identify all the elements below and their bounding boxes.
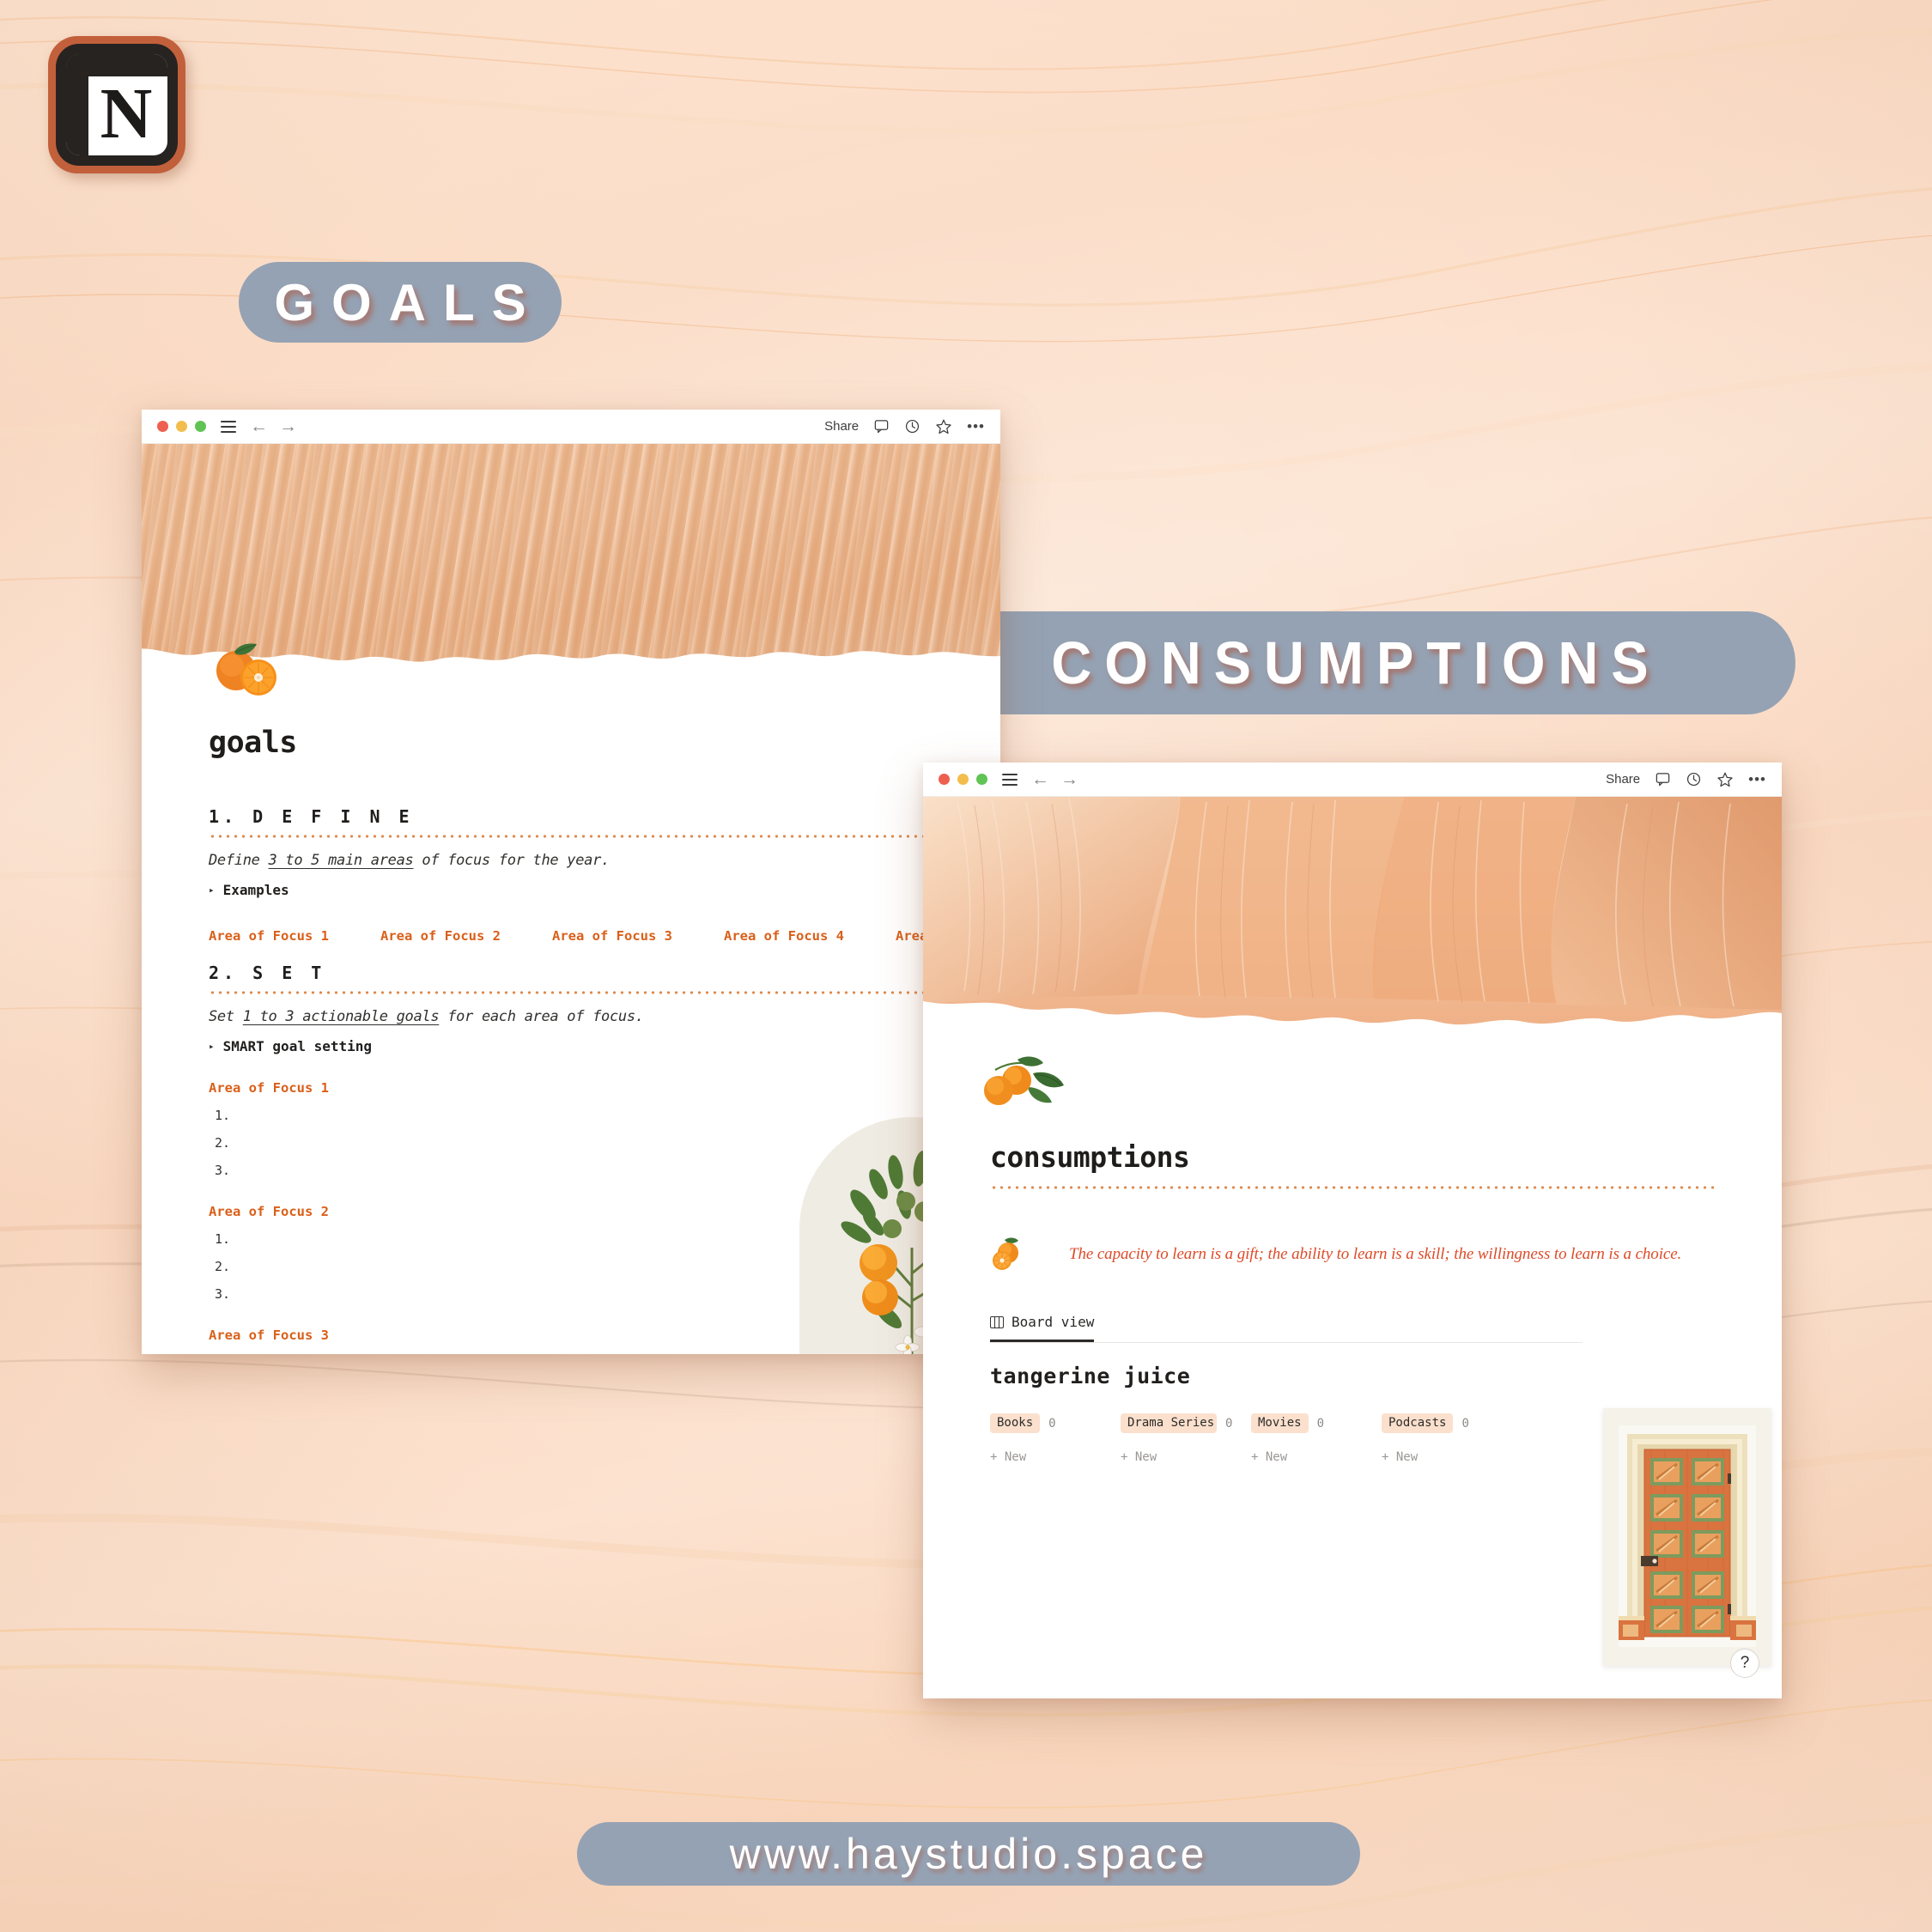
section-description: Set 1 to 3 actionable goals for each are… [209, 1008, 644, 1025]
add-new-card-button[interactable]: + New [990, 1450, 1121, 1464]
window-titlebar: ← → Share ••• [923, 762, 1782, 797]
forward-arrow-icon[interactable]: → [279, 416, 297, 437]
board-columns: Books 0 + New Drama Series 0 + New Movie… [990, 1413, 1512, 1464]
board-column: Drama Series 0 + New [1121, 1413, 1251, 1464]
dotted-divider [990, 1186, 1715, 1189]
hamburger-icon[interactable] [221, 420, 236, 433]
add-new-card-button[interactable]: + New [1251, 1450, 1382, 1464]
tab-board-view[interactable]: Board view [990, 1314, 1095, 1342]
tab-label: Board view [1012, 1314, 1095, 1330]
column-name-chip[interactable]: Podcasts [1382, 1413, 1454, 1433]
column-name-chip[interactable]: Books [990, 1413, 1041, 1433]
star-icon[interactable] [935, 418, 952, 435]
notion-logo-letter: N [100, 74, 153, 154]
focus-column[interactable]: Area of Focus 3 [552, 928, 724, 944]
section-description: Define 3 to 5 main areas of focus for th… [209, 852, 610, 869]
clock-icon[interactable] [1686, 771, 1702, 787]
tangerine-branch-icon [980, 1048, 1072, 1109]
page-body: consumptions The capacity to learn is a … [923, 797, 1782, 1698]
dotted-divider [209, 835, 933, 838]
toggle-examples[interactable]: ▸ Examples [209, 882, 933, 898]
section-heading: 1. D E F I N E [209, 806, 414, 827]
share-button[interactable]: Share [824, 419, 859, 434]
column-count: 0 [1048, 1416, 1056, 1431]
back-arrow-icon[interactable]: ← [250, 416, 268, 437]
database-title: tangerine juice [990, 1364, 1191, 1388]
column-count: 0 [1316, 1416, 1325, 1431]
page-body: goals 1. D E F I N E Define 3 to 5 main … [142, 444, 1000, 1354]
hamburger-icon[interactable] [1002, 773, 1018, 786]
clock-icon[interactable] [904, 418, 920, 434]
page-title: goals [209, 726, 297, 760]
board-column: Movies 0 + New [1251, 1413, 1382, 1464]
goals-title-badge: GOALS [239, 262, 562, 343]
chevron-right-icon: ▸ [209, 1041, 215, 1052]
focus-block-label[interactable]: Area of Focus 1 [209, 1080, 933, 1096]
window-titlebar: ← → Share ••• [142, 410, 1000, 444]
toggle-smart-goal-setting[interactable]: ▸ SMART goal setting [209, 1038, 933, 1054]
comment-icon[interactable] [1655, 771, 1671, 787]
notion-logo-icon: N [48, 36, 185, 173]
board-column: Books 0 + New [990, 1413, 1121, 1464]
more-icon[interactable]: ••• [1748, 772, 1766, 787]
minimize-icon[interactable] [176, 421, 187, 432]
maximize-icon[interactable] [195, 421, 206, 432]
more-icon[interactable]: ••• [967, 419, 985, 434]
maximize-icon[interactable] [976, 774, 987, 785]
column-count: 0 [1225, 1416, 1233, 1431]
focus-column[interactable]: Area of Focus 2 [380, 928, 552, 944]
comment-icon[interactable] [873, 418, 890, 434]
star-icon[interactable] [1716, 771, 1734, 788]
add-new-card-button[interactable]: + New [1382, 1450, 1512, 1464]
add-new-card-button[interactable]: + New [1121, 1450, 1251, 1464]
tangerine-icon [990, 1236, 1024, 1273]
minimize-icon[interactable] [957, 774, 969, 785]
help-button[interactable]: ? [1730, 1649, 1759, 1678]
close-icon[interactable] [157, 421, 168, 432]
column-count: 0 [1461, 1416, 1469, 1431]
database-tabbar: Board view [990, 1314, 1583, 1343]
board-column: Podcasts 0 + New [1382, 1413, 1512, 1464]
share-button[interactable]: Share [1606, 772, 1640, 787]
focus-column[interactable]: Area of Focus 1 [209, 928, 380, 944]
focus-column[interactable]: Area of Focus 4 [724, 928, 896, 944]
back-arrow-icon[interactable]: ← [1031, 769, 1049, 790]
section-define: 1. D E F I N E Define 3 to 5 main areas … [209, 806, 1000, 944]
dotted-divider [209, 991, 933, 994]
traffic-lights[interactable] [939, 774, 987, 785]
page-title: consumptions [990, 1140, 1190, 1174]
chevron-right-icon: ▸ [209, 884, 215, 896]
consumptions-title-badge: CONSUMPTIONS [904, 611, 1795, 714]
toggle-label: Examples [222, 882, 289, 898]
traffic-lights[interactable] [157, 421, 206, 432]
quote-text: The capacity to learn is a gift; the abi… [1069, 1245, 1682, 1263]
poster-canvas: N GOALS CONSUMPTIONS ← → Share ••• goals… [0, 0, 1932, 1932]
close-icon[interactable] [939, 774, 950, 785]
browser-window-goals: ← → Share ••• goals 1. D E F I N E Defin… [142, 410, 1000, 1354]
column-name-chip[interactable]: Drama Series [1121, 1413, 1217, 1433]
column-name-chip[interactable]: Movies [1251, 1413, 1309, 1433]
forward-arrow-icon[interactable]: → [1060, 769, 1078, 790]
focus-columns: Area of Focus 1 Area of Focus 2 Area of … [209, 928, 1000, 944]
cover-image-paint [923, 797, 1782, 1030]
browser-window-consumptions: ← → Share ••• consumptions The capacity … [923, 762, 1782, 1698]
board-view-icon [990, 1315, 1004, 1328]
quote-block: The capacity to learn is a gift; the abi… [990, 1236, 1715, 1273]
section-heading: 2. S E T [209, 963, 326, 983]
paneled-door-illustration [1603, 1408, 1771, 1666]
website-url-badge: www.haystudio.space [577, 1822, 1360, 1886]
toggle-label: SMART goal setting [222, 1038, 373, 1054]
